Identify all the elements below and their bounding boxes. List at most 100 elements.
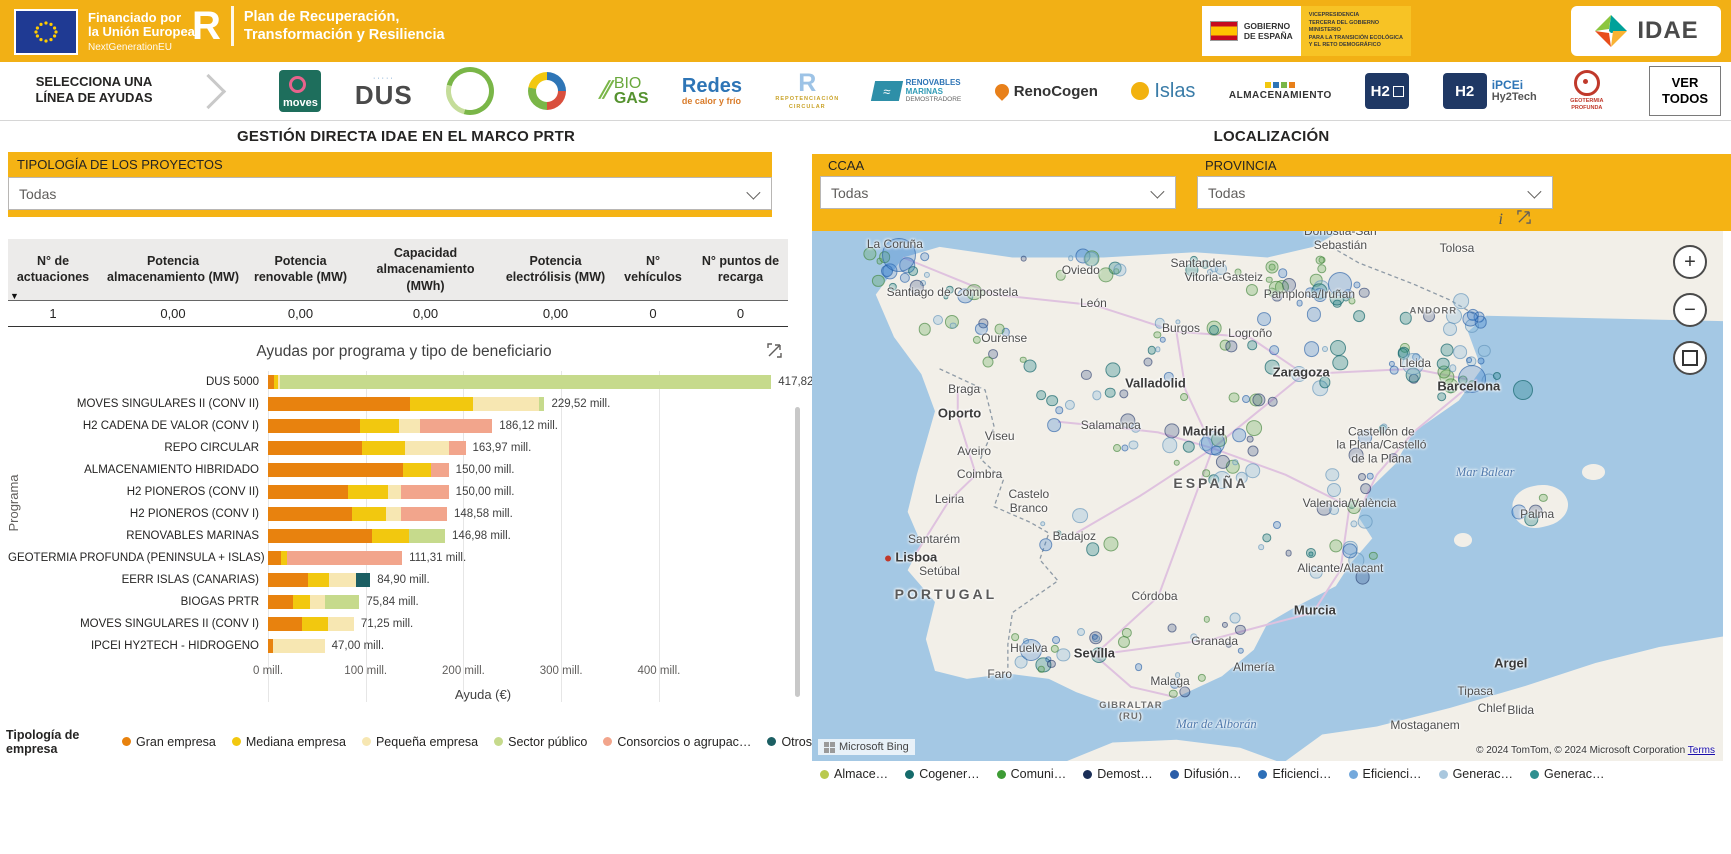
column-header[interactable]: Potencia electrólisis (MW) <box>498 239 613 301</box>
map-bubble[interactable] <box>1246 435 1254 443</box>
map-bubble[interactable] <box>1105 387 1116 398</box>
map-bubble[interactable] <box>1315 256 1325 265</box>
map-bubble[interactable] <box>1245 284 1258 297</box>
stacked-bar[interactable] <box>268 440 466 455</box>
bar-segment[interactable] <box>402 462 431 477</box>
bar-category-label[interactable]: ALMACENAMIENTO HIBRIDADO <box>8 464 268 476</box>
bar-segment[interactable] <box>448 440 466 455</box>
map-bubble[interactable] <box>1105 362 1121 378</box>
logo-moves[interactable]: moves <box>279 70 322 112</box>
bar-category-label[interactable]: H2 CADENA DE VALOR (CONV I) <box>8 420 268 432</box>
map-bubble[interactable] <box>1453 345 1468 359</box>
map-bubble[interactable] <box>1329 340 1346 357</box>
map-bubble[interactable] <box>1163 423 1180 439</box>
logo-h2-pioneros[interactable]: H2 <box>1365 73 1410 109</box>
map-bubble[interactable] <box>1443 322 1458 337</box>
map-bubble[interactable] <box>1477 357 1485 365</box>
legend-item[interactable]: Sector público <box>494 735 587 749</box>
map-legend-item[interactable]: Difusión… <box>1169 767 1241 781</box>
bar-segment[interactable] <box>539 396 545 411</box>
tipologia-dropdown[interactable]: Todas <box>8 177 772 210</box>
map-bubble[interactable] <box>1190 633 1198 641</box>
ccaa-dropdown[interactable]: Todas <box>820 176 1176 209</box>
map-bubble[interactable] <box>1511 504 1527 520</box>
map-bubble[interactable] <box>1358 430 1373 445</box>
map-bubble[interactable] <box>1306 547 1317 558</box>
map-bubble[interactable] <box>1436 357 1450 370</box>
map-bubble[interactable] <box>943 294 949 300</box>
map-bubble[interactable] <box>1347 499 1362 514</box>
map-bubble[interactable] <box>1303 341 1320 358</box>
map-bubble[interactable] <box>1090 647 1107 663</box>
map-bubble[interactable] <box>1332 354 1349 371</box>
bar-segment[interactable] <box>400 506 447 521</box>
map-legend-item[interactable]: Generac… <box>1438 767 1513 781</box>
map-bubble[interactable] <box>1020 255 1028 263</box>
map-bubble[interactable] <box>1159 336 1166 344</box>
map-bubble[interactable] <box>1225 641 1232 648</box>
map-bubble[interactable] <box>1256 312 1271 326</box>
map-bubble[interactable] <box>1052 636 1060 645</box>
bar-category-label[interactable]: REPO CIRCULAR <box>8 442 268 454</box>
bar-segment[interactable] <box>328 616 354 631</box>
map-view-button[interactable] <box>1673 341 1707 375</box>
map-bubble[interactable] <box>1169 678 1181 690</box>
logo-dus-5000[interactable]: ····· DUS <box>355 75 413 108</box>
map-bubble[interactable] <box>1088 630 1103 645</box>
map-bubble[interactable] <box>881 237 916 272</box>
legend-item[interactable]: Otros <box>767 735 812 749</box>
stacked-bar[interactable] <box>268 638 325 653</box>
stacked-bar[interactable] <box>268 396 545 411</box>
map-bubble[interactable] <box>1225 340 1238 352</box>
map-bubble[interactable] <box>1154 318 1165 329</box>
map-bubble[interactable] <box>872 274 885 288</box>
map-bubble[interactable] <box>1081 369 1092 381</box>
bar-category-label[interactable]: EERR ISLAS (CANARIAS) <box>8 574 268 586</box>
map-canvas[interactable]: La Coruña Donostia-San Sebastián Tolosa Ovi… <box>812 231 1723 761</box>
map-bubble[interactable] <box>1086 542 1100 556</box>
map-bubble[interactable] <box>1237 647 1244 655</box>
map-bubble[interactable] <box>1262 533 1272 543</box>
map-bubble[interactable] <box>1232 428 1247 443</box>
map-bubble[interactable] <box>1440 343 1454 357</box>
map-bubble[interactable] <box>1023 359 1037 373</box>
column-header[interactable]: N° de actuaciones <box>8 239 98 301</box>
map-bubble[interactable] <box>1200 259 1210 269</box>
bar-category-label[interactable]: BIOGÁS PRTR <box>8 596 268 608</box>
map-bubble[interactable] <box>1169 689 1178 699</box>
map-bubble[interactable] <box>1316 264 1327 274</box>
map-bubble[interactable] <box>1466 357 1472 364</box>
provincia-dropdown[interactable]: Todas <box>1197 176 1553 209</box>
map-legend-item[interactable]: Cogener… <box>905 767 980 781</box>
stacked-bar[interactable] <box>268 616 354 631</box>
legend-item[interactable]: Mediana empresa <box>231 735 346 749</box>
map-bubble[interactable] <box>1366 472 1374 480</box>
logo-ce-implementa[interactable] <box>437 58 504 124</box>
map-bubble[interactable] <box>1083 251 1099 267</box>
map-bubble[interactable] <box>1047 659 1056 669</box>
bar-segment[interactable] <box>410 396 473 411</box>
map-bubble[interactable] <box>1326 482 1341 497</box>
legend-item[interactable]: Gran empresa <box>121 735 216 749</box>
map-bubble[interactable] <box>1179 685 1191 698</box>
map-bubble[interactable] <box>1291 366 1308 383</box>
bar-segment[interactable] <box>268 616 302 631</box>
map-bubble[interactable] <box>1154 346 1161 353</box>
bar-segment[interactable] <box>430 462 449 477</box>
map-bubble[interactable] <box>908 266 919 277</box>
stacked-bar[interactable] <box>268 572 371 587</box>
zoom-out-button[interactable]: − <box>1673 293 1707 327</box>
column-header[interactable]: Potencia almacenamiento (MW) <box>98 239 248 301</box>
map-bubble[interactable] <box>945 285 954 295</box>
map-bubble[interactable] <box>923 271 931 278</box>
map-bubble[interactable] <box>1234 268 1242 276</box>
map-bubble[interactable] <box>909 279 925 295</box>
map-bubble[interactable] <box>1265 359 1280 375</box>
stacked-bar[interactable] <box>268 506 447 521</box>
map-bubble[interactable] <box>1143 357 1153 367</box>
logo-h2-hy2tech[interactable]: H2 iPCEi Hy2Tech <box>1442 73 1537 109</box>
map-bubble[interactable] <box>1209 324 1220 335</box>
bar-segment[interactable] <box>268 396 411 411</box>
map-bubble[interactable] <box>972 336 981 345</box>
zoom-in-button[interactable]: + <box>1673 245 1707 279</box>
